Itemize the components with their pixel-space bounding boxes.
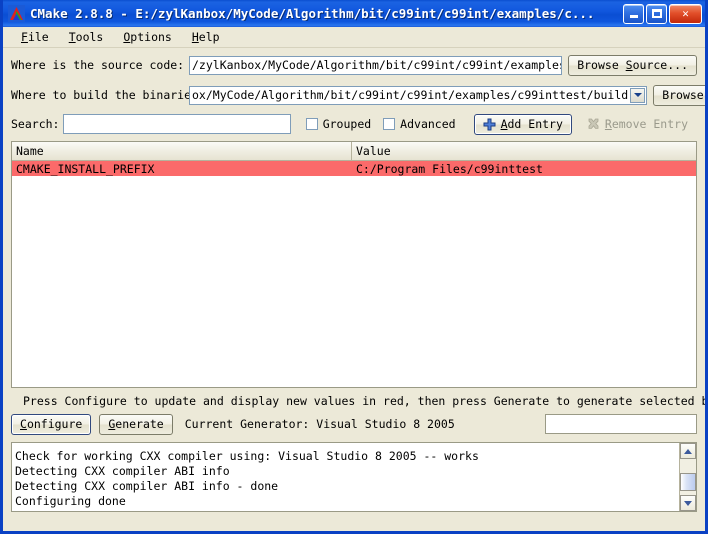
current-generator-label: Current Generator: Visual Studio 8 2005 — [184, 417, 455, 431]
add-entry-button[interactable]: Add Entry — [473, 113, 572, 135]
output-log-body: Check for working CXX compiler using: Vi… — [12, 443, 679, 511]
add-entry-label: Add Entry — [500, 117, 563, 131]
cache-table[interactable]: Name Value CMAKE_INSTALL_PREFIX C:/Progr… — [11, 141, 697, 388]
menu-bar: File Tools Options Help — [3, 27, 705, 48]
log-line: Check for working CXX compiler using: Vi… — [15, 449, 479, 463]
window-title: CMake 2.8.8 - E:/zylKanbox/MyCode/Algori… — [30, 6, 595, 21]
configure-button[interactable]: Configure — [11, 413, 92, 435]
output-log-lines: Check for working CXX compiler using: Vi… — [15, 443, 479, 509]
x-icon — [587, 118, 600, 131]
triangle-up-icon — [684, 448, 692, 454]
search-input[interactable] — [63, 114, 291, 134]
log-line: Detecting CXX compiler ABI info - done — [15, 479, 279, 493]
maximize-icon — [651, 9, 662, 18]
cmake-gui-window: CMake 2.8.8 - E:/zylKanbox/MyCode/Algori… — [0, 0, 708, 534]
output-log[interactable]: Check for working CXX compiler using: Vi… — [11, 442, 697, 512]
remove-entry-button[interactable]: Remove Entry — [578, 114, 697, 135]
menu-item-file-rest: ile — [27, 30, 49, 44]
advanced-checkbox-box[interactable] — [383, 118, 396, 130]
maximize-button[interactable] — [646, 3, 667, 24]
plus-icon — [483, 118, 496, 131]
build-binaries-label: Where to build the binaries: — [11, 88, 205, 102]
menu-item-tools-rest: ools — [75, 30, 104, 44]
main-content: Where is the source code: /zylKanbox/MyC… — [3, 52, 705, 512]
menu-item-tools[interactable]: Tools — [59, 28, 114, 46]
menu-item-options-rest: ptions — [130, 30, 172, 44]
scrollbar-thumb[interactable] — [680, 473, 696, 491]
grouped-checkbox[interactable]: Grouped — [305, 117, 372, 131]
output-log-scrollbar[interactable] — [679, 443, 696, 511]
cache-entry-value[interactable]: C:/Program Files/c99inttest — [352, 162, 696, 176]
hint-text: Press Configure to update and display ne… — [23, 394, 708, 408]
cmake-logo-icon — [8, 5, 25, 22]
close-icon: ✕ — [682, 7, 689, 20]
triangle-down-icon — [684, 500, 692, 506]
grouped-checkbox-label: Grouped — [322, 117, 372, 131]
build-binaries-input[interactable]: ox/MyCode/Algorithm/bit/c99int/c99int/ex… — [189, 85, 648, 105]
cache-entry-name: CMAKE_INSTALL_PREFIX — [16, 161, 155, 176]
log-line: Configuring done — [15, 494, 126, 508]
chevron-down-glyph — [633, 93, 642, 97]
advanced-checkbox-label: Advanced — [400, 117, 456, 131]
browse-source-button[interactable]: Browse Source... — [568, 54, 697, 76]
scroll-down-button[interactable] — [680, 495, 696, 511]
source-code-input[interactable]: /zylKanbox/MyCode/Algorithm/bit/c99int/c… — [189, 55, 563, 75]
menu-item-file[interactable]: File — [11, 28, 59, 46]
action-row: Configure Generate Current Generator: Vi… — [11, 412, 697, 436]
search-label: Search: — [11, 117, 60, 131]
chevron-down-icon[interactable] — [630, 87, 646, 103]
build-binaries-row: Where to build the binaries: ox/MyCode/A… — [11, 82, 705, 108]
column-header-value[interactable]: Value — [352, 142, 696, 160]
remove-entry-label: Remove Entry — [604, 117, 688, 131]
advanced-checkbox[interactable]: Advanced — [383, 117, 456, 131]
minimize-icon — [629, 15, 638, 18]
cache-table-header: Name Value — [12, 142, 696, 161]
table-row[interactable]: CMAKE_INSTALL_PREFIX C:/Program Files/c9… — [12, 161, 696, 176]
window-controls: ✕ — [623, 3, 703, 24]
generate-button[interactable]: Generate — [99, 413, 173, 435]
title-bar: CMake 2.8.8 - E:/zylKanbox/MyCode/Algori… — [3, 0, 705, 27]
source-code-row: Where is the source code: /zylKanbox/MyC… — [11, 52, 697, 78]
browse-build-button[interactable]: Browse Build... — [653, 84, 705, 106]
source-code-label: Where is the source code: — [11, 58, 185, 72]
menu-item-options[interactable]: Options — [113, 28, 181, 46]
close-button[interactable]: ✕ — [669, 3, 702, 24]
column-header-name[interactable]: Name — [12, 142, 352, 160]
log-line: Detecting CXX compiler ABI info — [15, 464, 230, 478]
menu-item-help-rest: elp — [198, 30, 220, 44]
menu-item-help[interactable]: Help — [182, 28, 230, 46]
grouped-checkbox-box[interactable] — [305, 118, 318, 130]
scroll-up-button[interactable] — [680, 443, 696, 459]
progress-bar — [545, 414, 697, 434]
build-binaries-combo[interactable]: ox/MyCode/Algorithm/bit/c99int/c99int/ex… — [189, 85, 648, 105]
minimize-button[interactable] — [623, 3, 644, 24]
search-row: Search: Grouped Advanced Add Entry Remov… — [11, 111, 697, 137]
